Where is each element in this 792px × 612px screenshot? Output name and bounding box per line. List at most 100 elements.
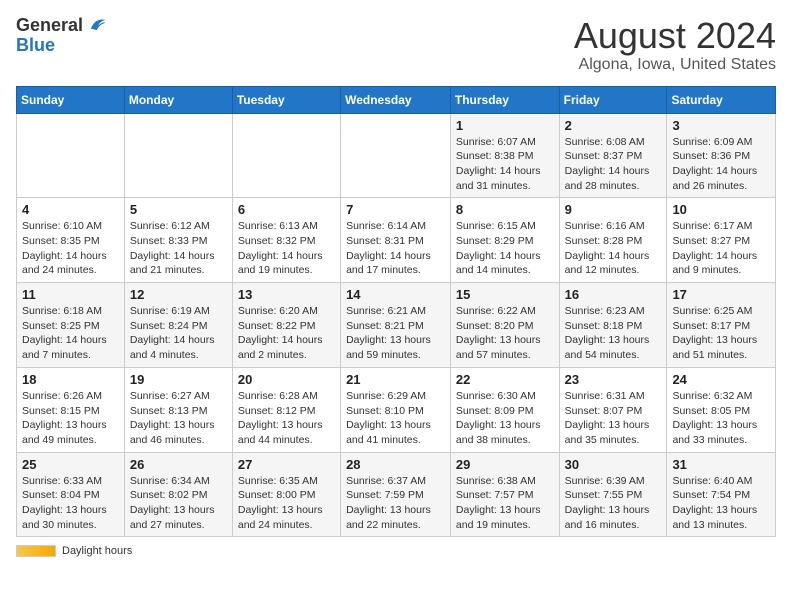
day-info: Sunrise: 6:21 AMSunset: 8:21 PMDaylight:…: [346, 304, 445, 363]
day-info: Sunrise: 6:32 AMSunset: 8:05 PMDaylight:…: [672, 389, 770, 448]
calendar-cell: 9 Sunrise: 6:16 AMSunset: 8:28 PMDaylight…: [559, 198, 667, 283]
calendar-cell: 19 Sunrise: 6:27 AMSunset: 8:13 PMDayligh…: [124, 367, 232, 452]
day-info: Sunrise: 6:09 AMSunset: 8:36 PMDaylight:…: [672, 135, 770, 194]
day-info: Sunrise: 6:31 AMSunset: 8:07 PMDaylight:…: [565, 389, 662, 448]
calendar-week-row: 4 Sunrise: 6:10 AMSunset: 8:35 PMDaylight…: [17, 198, 776, 283]
day-info: Sunrise: 6:19 AMSunset: 8:24 PMDaylight:…: [130, 304, 227, 363]
calendar-cell: 5 Sunrise: 6:12 AMSunset: 8:33 PMDaylight…: [124, 198, 232, 283]
day-info: Sunrise: 6:29 AMSunset: 8:10 PMDaylight:…: [346, 389, 445, 448]
day-info: Sunrise: 6:10 AMSunset: 8:35 PMDaylight:…: [22, 219, 119, 278]
day-info: Sunrise: 6:14 AMSunset: 8:31 PMDaylight:…: [346, 219, 445, 278]
day-number: 22: [456, 372, 554, 387]
calendar-cell: 11Sunrise: 6:18 AMSunset: 8:25 PMDayligh…: [17, 283, 125, 368]
day-info: Sunrise: 6:15 AMSunset: 8:29 PMDaylight:…: [456, 219, 554, 278]
day-info: Sunrise: 6:34 AMSunset: 8:02 PMDaylight:…: [130, 474, 227, 533]
calendar-cell: 23Sunrise: 6:31 AMSunset: 8:07 PMDayligh…: [559, 367, 667, 452]
calendar-week-row: 18 Sunrise: 6:26 AMSunset: 8:15 PMDayligh…: [17, 367, 776, 452]
calendar-cell: 8 Sunrise: 6:15 AMSunset: 8:29 PMDaylight…: [450, 198, 559, 283]
day-number: 2: [565, 118, 662, 133]
day-number: 7: [346, 202, 445, 217]
calendar-cell: 31Sunrise: 6:40 AMSunset: 7:54 PMDayligh…: [667, 452, 776, 537]
day-number: 3: [672, 118, 770, 133]
day-number: 5: [130, 202, 227, 217]
logo-bird-icon: [85, 14, 107, 36]
logo: General Blue: [16, 16, 107, 56]
day-info: Sunrise: 6:25 AMSunset: 8:17 PMDaylight:…: [672, 304, 770, 363]
calendar-cell: 7 Sunrise: 6:14 AMSunset: 8:31 PMDaylight…: [341, 198, 451, 283]
calendar-week-row: 25 Sunrise: 6:33 AMSunset: 8:04 PMDayligh…: [17, 452, 776, 537]
calendar-cell: 16 Sunrise: 6:23 AMSunset: 8:18 PMDayligh…: [559, 283, 667, 368]
daylight-label: Daylight hours: [62, 545, 132, 557]
logo-blue: Blue: [16, 36, 55, 56]
day-info: Sunrise: 6:30 AMSunset: 8:09 PMDaylight:…: [456, 389, 554, 448]
day-info: Sunrise: 6:28 AMSunset: 8:12 PMDaylight:…: [238, 389, 335, 448]
day-number: 19: [130, 372, 227, 387]
day-of-week-header: Friday: [559, 86, 667, 113]
day-info: Sunrise: 6:33 AMSunset: 8:04 PMDaylight:…: [22, 474, 119, 533]
calendar-cell: [17, 113, 125, 198]
day-number: 14: [346, 287, 445, 302]
day-info: Sunrise: 6:35 AMSunset: 8:00 PMDaylight:…: [238, 474, 335, 533]
day-info: Sunrise: 6:13 AMSunset: 8:32 PMDaylight:…: [238, 219, 335, 278]
day-number: 30: [565, 457, 662, 472]
calendar-cell: 3 Sunrise: 6:09 AMSunset: 8:36 PMDaylight…: [667, 113, 776, 198]
calendar-cell: 10Sunrise: 6:17 AMSunset: 8:27 PMDayligh…: [667, 198, 776, 283]
day-number: 18: [22, 372, 119, 387]
day-info: Sunrise: 6:12 AMSunset: 8:33 PMDaylight:…: [130, 219, 227, 278]
day-number: 9: [565, 202, 662, 217]
day-of-week-header: Saturday: [667, 86, 776, 113]
day-info: Sunrise: 6:16 AMSunset: 8:28 PMDaylight:…: [565, 219, 662, 278]
calendar-cell: [124, 113, 232, 198]
day-number: 11: [22, 287, 119, 302]
day-number: 8: [456, 202, 554, 217]
calendar-cell: [341, 113, 451, 198]
day-info: Sunrise: 6:37 AMSunset: 7:59 PMDaylight:…: [346, 474, 445, 533]
day-info: Sunrise: 6:27 AMSunset: 8:13 PMDaylight:…: [130, 389, 227, 448]
day-info: Sunrise: 6:07 AMSunset: 8:38 PMDaylight:…: [456, 135, 554, 194]
calendar-cell: 1 Sunrise: 6:07 AMSunset: 8:38 PMDaylight…: [450, 113, 559, 198]
calendar-cell: 18 Sunrise: 6:26 AMSunset: 8:15 PMDayligh…: [17, 367, 125, 452]
calendar-cell: 20 Sunrise: 6:28 AMSunset: 8:12 PMDayligh…: [232, 367, 340, 452]
calendar-cell: 17 Sunrise: 6:25 AMSunset: 8:17 PMDayligh…: [667, 283, 776, 368]
day-info: Sunrise: 6:22 AMSunset: 8:20 PMDaylight:…: [456, 304, 554, 363]
footer: Daylight hours: [16, 545, 776, 557]
day-info: Sunrise: 6:38 AMSunset: 7:57 PMDaylight:…: [456, 474, 554, 533]
day-number: 16: [565, 287, 662, 302]
calendar-cell: 4 Sunrise: 6:10 AMSunset: 8:35 PMDaylight…: [17, 198, 125, 283]
calendar-cell: [232, 113, 340, 198]
calendar-cell: 29 Sunrise: 6:38 AMSunset: 7:57 PMDayligh…: [450, 452, 559, 537]
day-info: Sunrise: 6:40 AMSunset: 7:54 PMDaylight:…: [672, 474, 770, 533]
day-info: Sunrise: 6:23 AMSunset: 8:18 PMDaylight:…: [565, 304, 662, 363]
day-number: 4: [22, 202, 119, 217]
day-number: 20: [238, 372, 335, 387]
day-of-week-header: Tuesday: [232, 86, 340, 113]
title-area: August 2024 Algona, Iowa, United States: [574, 16, 776, 74]
day-number: 29: [456, 457, 554, 472]
day-number: 24: [672, 372, 770, 387]
day-of-week-header: Monday: [124, 86, 232, 113]
day-info: Sunrise: 6:39 AMSunset: 7:55 PMDaylight:…: [565, 474, 662, 533]
day-number: 15: [456, 287, 554, 302]
day-number: 1: [456, 118, 554, 133]
day-of-week-header: Thursday: [450, 86, 559, 113]
day-number: 25: [22, 457, 119, 472]
calendar-cell: 28Sunrise: 6:37 AMSunset: 7:59 PMDayligh…: [341, 452, 451, 537]
day-number: 17: [672, 287, 770, 302]
logo-general: General: [16, 16, 83, 36]
day-of-week-header: Wednesday: [341, 86, 451, 113]
day-number: 6: [238, 202, 335, 217]
day-info: Sunrise: 6:26 AMSunset: 8:15 PMDaylight:…: [22, 389, 119, 448]
calendar-week-row: 11Sunrise: 6:18 AMSunset: 8:25 PMDayligh…: [17, 283, 776, 368]
calendar-cell: 12 Sunrise: 6:19 AMSunset: 8:24 PMDayligh…: [124, 283, 232, 368]
day-number: 12: [130, 287, 227, 302]
main-title: August 2024: [574, 16, 776, 56]
calendar-table: SundayMondayTuesdayWednesdayThursdayFrid…: [16, 86, 776, 538]
day-info: Sunrise: 6:20 AMSunset: 8:22 PMDaylight:…: [238, 304, 335, 363]
calendar-cell: 14 Sunrise: 6:21 AMSunset: 8:21 PMDayligh…: [341, 283, 451, 368]
subtitle: Algona, Iowa, United States: [574, 56, 776, 74]
daylight-bar-icon: [16, 545, 56, 557]
calendar-cell: 27 Sunrise: 6:35 AMSunset: 8:00 PMDayligh…: [232, 452, 340, 537]
day-number: 27: [238, 457, 335, 472]
calendar-cell: 26Sunrise: 6:34 AMSunset: 8:02 PMDayligh…: [124, 452, 232, 537]
calendar-cell: 6 Sunrise: 6:13 AMSunset: 8:32 PMDaylight…: [232, 198, 340, 283]
